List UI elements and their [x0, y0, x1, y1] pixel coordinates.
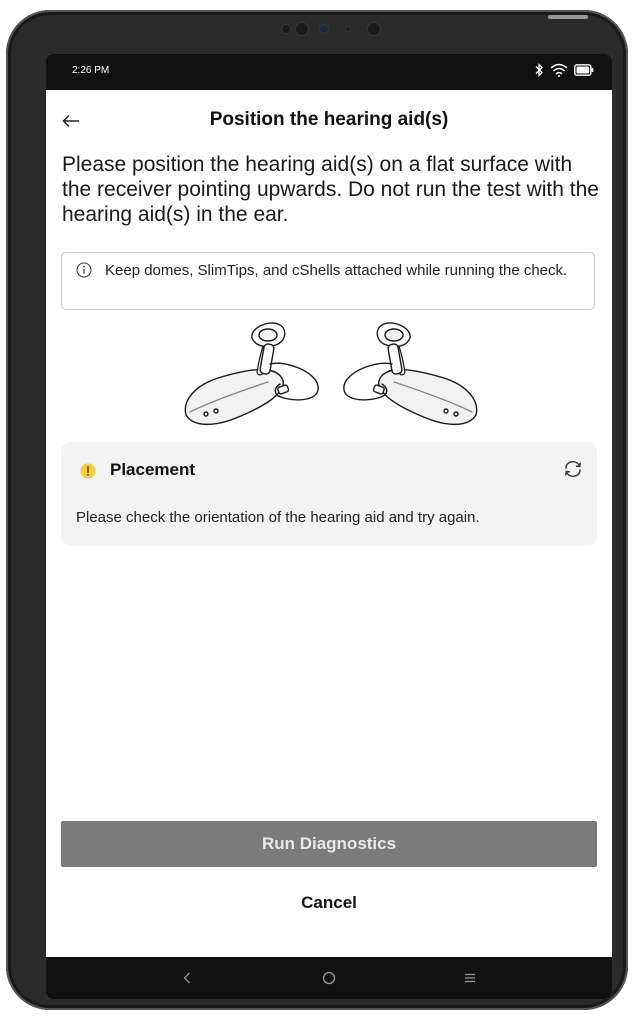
info-text: Keep domes, SlimTips, and cShells attach…	[105, 262, 568, 279]
status-bar: 2:26 PM	[46, 54, 612, 90]
instructions-text: Please position the hearing aid(s) on a …	[62, 153, 599, 226]
nav-recents-button[interactable]	[460, 968, 480, 988]
sensor-dot	[368, 23, 380, 35]
nav-back-icon	[183, 972, 190, 984]
header: Position the hearing aid(s)	[46, 90, 612, 154]
sensor-dot	[282, 25, 290, 33]
page-title: Position the hearing aid(s)	[209, 109, 449, 130]
info-box: Keep domes, SlimTips, and cShells attach…	[61, 252, 595, 310]
refresh-button[interactable]	[561, 457, 585, 481]
nav-home-button[interactable]	[319, 968, 339, 988]
card-message: Please check the orientation of the hear…	[76, 509, 480, 526]
nav-back-button[interactable]	[177, 968, 197, 988]
run-diagnostics-button[interactable]: Run Diagnostics	[61, 821, 597, 867]
refresh-icon	[565, 461, 581, 477]
sensor-dot	[296, 23, 308, 35]
camera-bar	[276, 16, 386, 42]
power-button	[548, 15, 588, 19]
status-icons	[534, 63, 594, 77]
tablet-frame: 2:26 PM Position the hearing aid(s) Plea…	[6, 10, 628, 1010]
battery-icon	[574, 64, 594, 76]
screen: 2:26 PM Position the hearing aid(s) Plea…	[46, 54, 612, 999]
status-time: 2:26 PM	[72, 65, 110, 76]
card-title: Placement	[110, 460, 196, 479]
cancel-button[interactable]: Cancel	[229, 886, 429, 920]
sensor-dot	[346, 27, 350, 31]
nav-recents-icon	[465, 973, 475, 983]
bluetooth-icon	[535, 63, 543, 77]
hearing-aids-illustration	[184, 322, 478, 426]
placement-status-card: Placement Please check the orientation o…	[61, 442, 597, 546]
wifi-icon	[550, 63, 568, 77]
camera-lens	[320, 25, 328, 33]
warning-icon	[80, 463, 96, 479]
info-icon	[76, 262, 92, 278]
nav-home-icon	[322, 971, 336, 985]
system-nav-bar	[46, 957, 612, 999]
